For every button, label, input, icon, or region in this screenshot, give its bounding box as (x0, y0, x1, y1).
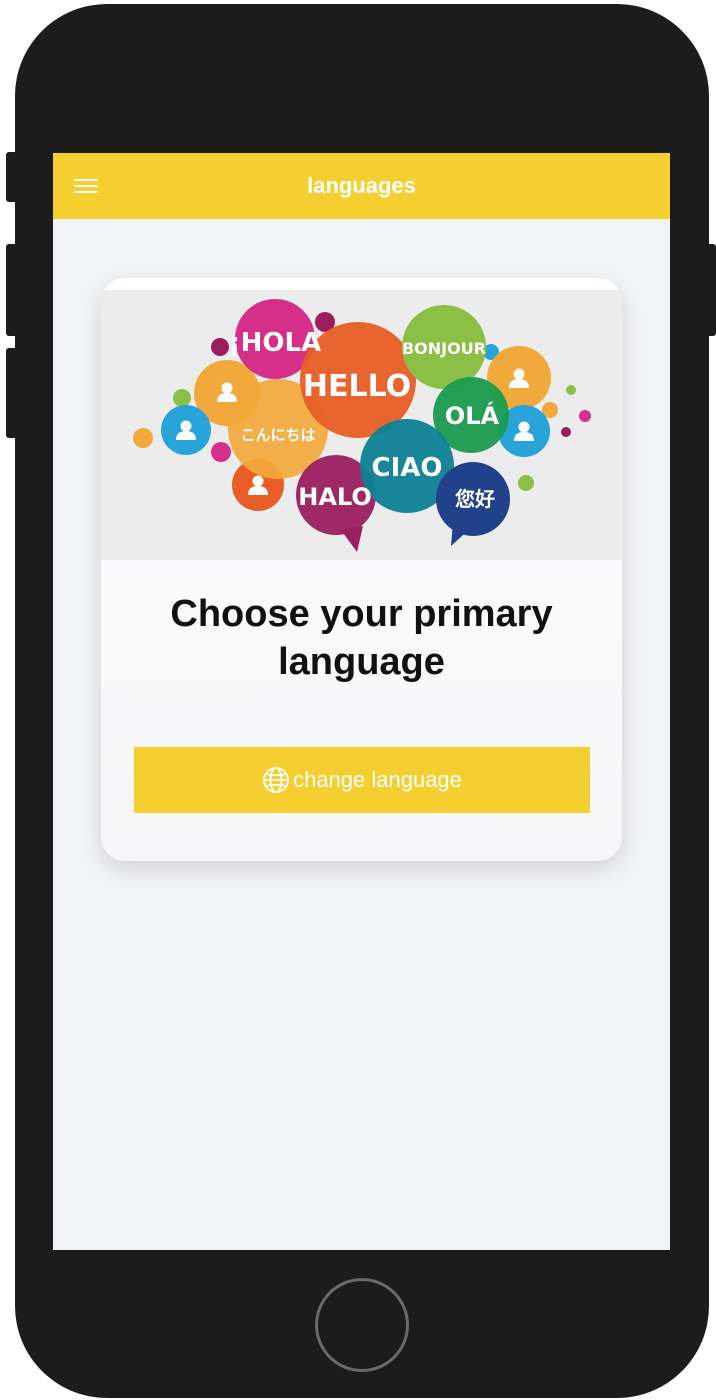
app-bar: languages (53, 153, 670, 219)
language-card: ¡HOLA HELLO BONJOUR OLÁ こんにちは CIAO HALO … (101, 278, 622, 861)
greeting-bonjour: BONJOUR (402, 339, 486, 358)
greetings-illustration: ¡HOLA HELLO BONJOUR OLÁ こんにちは CIAO HALO … (101, 290, 622, 560)
volume-down-button (6, 348, 18, 438)
change-language-button[interactable]: change language (134, 747, 590, 813)
greeting-konnichiwa: こんにちは (240, 426, 315, 444)
volume-up-button (6, 244, 18, 336)
greeting-ninhao: 您好 (455, 487, 495, 511)
greeting-hello: HELLO (303, 369, 411, 404)
power-button (704, 244, 716, 336)
home-button[interactable] (315, 1278, 409, 1372)
card-title: Choose your primary language (170, 593, 553, 683)
mute-switch (6, 152, 18, 202)
greeting-ola: OLÁ (445, 401, 500, 430)
app-screen: languages ¡HOLA HELLO BONJOUR OLÁ こんにちは … (53, 153, 670, 1250)
greeting-halo: HALO (298, 483, 372, 511)
app-bar-title: languages (307, 173, 416, 198)
globe-icon (263, 767, 289, 793)
change-language-label: change language (293, 767, 462, 792)
greeting-ciao: CIAO (372, 453, 443, 483)
greeting-hola: ¡HOLA (229, 328, 321, 358)
